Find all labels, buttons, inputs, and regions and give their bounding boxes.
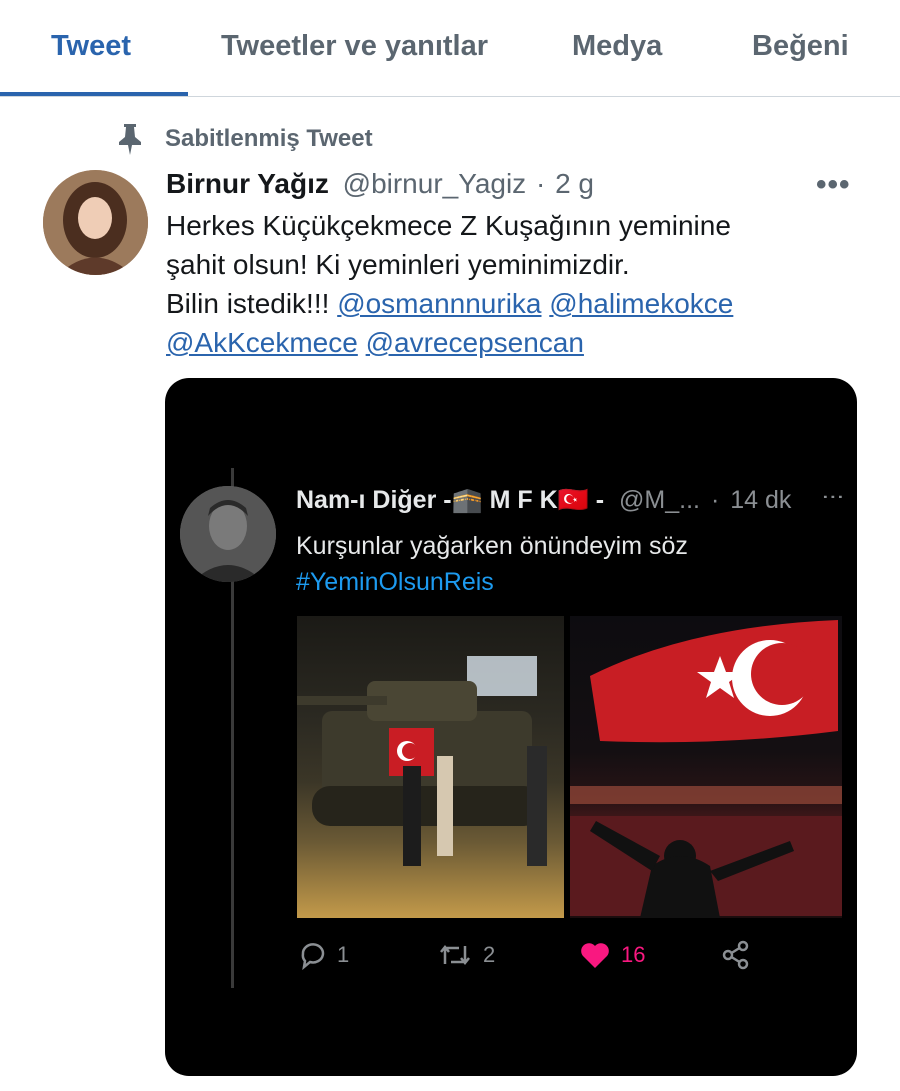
embedded-like: 16 xyxy=(579,940,645,970)
reply-count: 1 xyxy=(337,942,350,967)
tab-likes[interactable]: Beğeni xyxy=(752,30,849,63)
heart-icon xyxy=(581,943,609,968)
mention-link[interactable]: @AkKcekmece xyxy=(166,327,358,358)
tab-tweets-and-replies[interactable]: Tweetler ve yanıtlar xyxy=(221,30,488,63)
tweet-text-line: Herkes Küçükçekmece Z Kuşağının yeminine xyxy=(166,210,731,241)
embedded-more-icon: ⋮ xyxy=(821,486,846,508)
embedded-text-line: Kurşunlar yağarken önündeyim söz xyxy=(296,532,688,560)
mention-link[interactable]: @avrecepsencan xyxy=(366,327,584,358)
pinned-label: Sabitlenmiş Tweet xyxy=(165,125,373,152)
embedded-separator: · xyxy=(710,486,720,514)
profile-tabs: Tweet Tweetler ve yanıtlar Medya Beğeni xyxy=(0,0,900,97)
embedded-tweet-header: Nam-ı Diğer -🕋 M F K🇹🇷 - @M_... · 14 dk xyxy=(296,486,791,515)
author-avatar[interactable] xyxy=(43,170,148,275)
retweet-count: 2 xyxy=(483,942,496,967)
author-name[interactable]: Birnur Yağız xyxy=(166,168,329,199)
more-options-icon[interactable]: ••• xyxy=(816,168,851,202)
like-count: 16 xyxy=(621,942,646,967)
flag-crowd-photo xyxy=(570,616,842,918)
mention-link[interactable]: @osmannnurika xyxy=(337,288,541,319)
embedded-action-bar: 1 2 16 xyxy=(297,940,817,976)
embedded-retweet: 2 xyxy=(437,940,495,970)
meta-separator: · xyxy=(535,168,546,199)
tab-tweet[interactable]: Tweet xyxy=(51,30,131,63)
pin-icon xyxy=(115,122,145,156)
pinned-tweet-header: Sabitlenmiş Tweet xyxy=(115,122,373,156)
embedded-handle: @M_... xyxy=(619,486,700,514)
tab-media[interactable]: Medya xyxy=(572,30,662,63)
active-tab-indicator xyxy=(0,92,188,96)
tweet-header: Birnur Yağız @birnur_Yagiz · 2 g xyxy=(166,168,594,200)
mention-link[interactable]: @halimekokce xyxy=(549,288,733,319)
tweet-text-line: Bilin istedik!!! @osmannnurika @halimeko… xyxy=(166,284,866,323)
tweet-text-prefix: Bilin istedik!!! xyxy=(166,288,330,319)
embedded-time: 14 dk xyxy=(730,486,792,514)
embedded-share xyxy=(721,940,761,970)
tweet-time[interactable]: 2 g xyxy=(555,168,594,199)
tweet-text-line: @AkKcekmece @avrecepsencan xyxy=(166,323,866,362)
tank-at-night-photo xyxy=(297,616,564,918)
tweet-text-line: şahit olsun! Ki yeminleri yeminimizdir. xyxy=(166,249,630,280)
retweet-icon xyxy=(440,944,470,966)
attached-image[interactable]: Nam-ı Diğer -🕋 M F K🇹🇷 - @M_... · 14 dk … xyxy=(165,378,857,1076)
embedded-tweet-text: Kurşunlar yağarken önündeyim söz #YeminO… xyxy=(296,528,688,600)
embedded-author-name: Nam-ı Diğer -🕋 M F K🇹🇷 - xyxy=(296,486,605,514)
embedded-author-avatar xyxy=(180,486,276,582)
author-handle[interactable]: @birnur_Yagiz xyxy=(343,168,527,199)
share-icon xyxy=(722,940,749,970)
embedded-hashtag: #YeminOlsunReis xyxy=(296,568,494,596)
tweet-text: Herkes Küçükçekmece Z Kuşağının yeminine… xyxy=(166,206,866,362)
reply-icon xyxy=(301,943,325,970)
embedded-reply: 1 xyxy=(297,940,349,970)
